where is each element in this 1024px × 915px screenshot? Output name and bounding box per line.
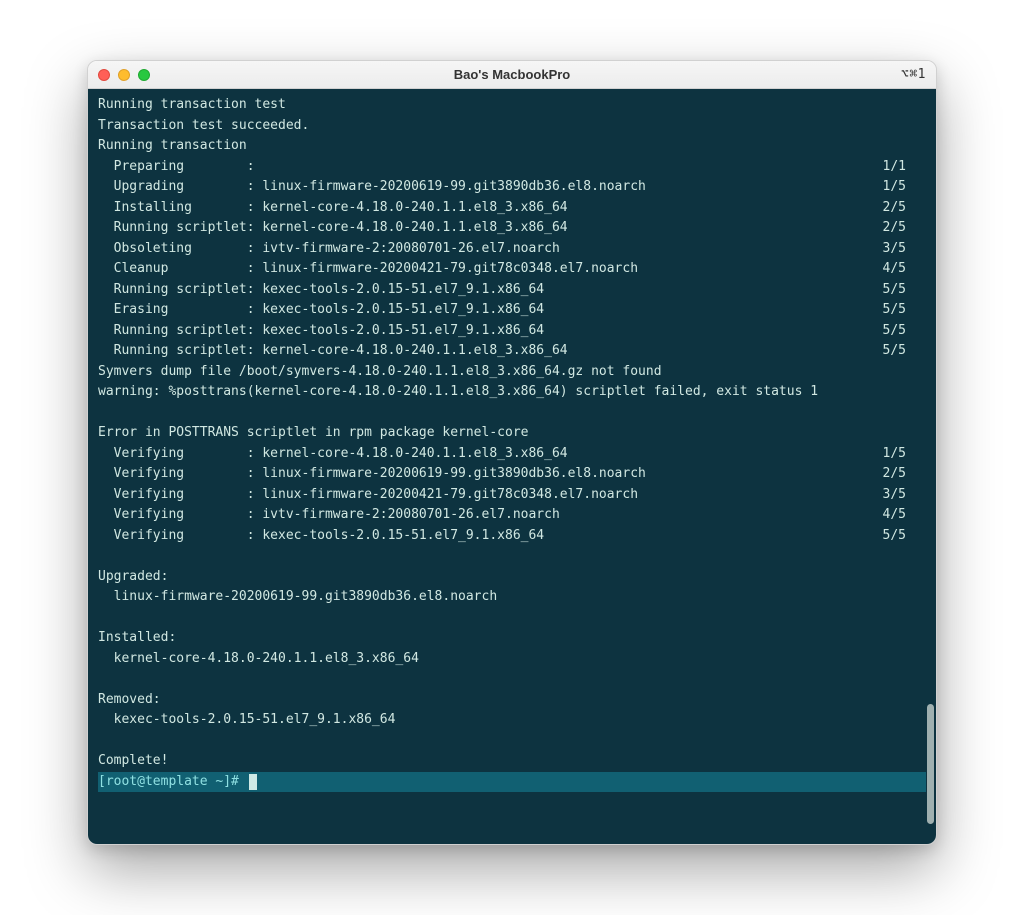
step-label: Verifying : linux-firmware-20200619-99.g…: [98, 464, 646, 485]
step-label: Upgrading : linux-firmware-20200619-99.g…: [98, 177, 646, 198]
step-count: 5/5: [883, 300, 926, 321]
step-count: 1/1: [883, 157, 926, 178]
post-step-line: Symvers dump file /boot/symvers-4.18.0-2…: [98, 362, 926, 383]
step-count: 1/5: [883, 177, 926, 198]
blank-line: [98, 731, 926, 752]
transaction-step: Running scriptlet: kexec-tools-2.0.15-51…: [98, 280, 926, 301]
complete-line: Complete!: [98, 751, 926, 772]
step-label: Preparing :: [98, 157, 262, 178]
transaction-step: Verifying : ivtv-firmware-2:20080701-26.…: [98, 505, 926, 526]
scrollbar-thumb[interactable]: [927, 704, 934, 824]
transaction-step: Erasing : kexec-tools-2.0.15-51.el7_9.1.…: [98, 300, 926, 321]
step-count: 2/5: [883, 464, 926, 485]
step-count: 4/5: [883, 505, 926, 526]
step-label: Installing : kernel-core-4.18.0-240.1.1.…: [98, 198, 568, 219]
step-count: 3/5: [883, 485, 926, 506]
step-count: 2/5: [883, 198, 926, 219]
transaction-step: Installing : kernel-core-4.18.0-240.1.1.…: [98, 198, 926, 219]
window-titlebar[interactable]: Bao's MacbookPro ⌥⌘1: [88, 61, 936, 89]
scrollbar-track[interactable]: [927, 89, 934, 844]
cursor-icon: [249, 774, 257, 790]
step-label: Verifying : kexec-tools-2.0.15-51.el7_9.…: [98, 526, 544, 547]
prompt-line[interactable]: [root@template ~]#: [98, 772, 926, 793]
section-title: Upgraded:: [98, 567, 926, 588]
step-count: 1/5: [883, 444, 926, 465]
header-line: Running transaction: [98, 136, 926, 157]
step-count: 3/5: [883, 239, 926, 260]
post-step-line: warning: %posttrans(kernel-core-4.18.0-2…: [98, 382, 926, 403]
transaction-step: Verifying : kexec-tools-2.0.15-51.el7_9.…: [98, 526, 926, 547]
step-count: 5/5: [883, 321, 926, 342]
transaction-step: Verifying : linux-firmware-20200421-79.g…: [98, 485, 926, 506]
transaction-step: Running scriptlet: kernel-core-4.18.0-24…: [98, 218, 926, 239]
step-count: 5/5: [883, 280, 926, 301]
terminal-body[interactable]: Running transaction testTransaction test…: [88, 89, 936, 844]
header-line: Transaction test succeeded.: [98, 116, 926, 137]
step-count: 4/5: [883, 259, 926, 280]
prompt-text: [root@template ~]#: [98, 772, 247, 793]
transaction-step: Running scriptlet: kernel-core-4.18.0-24…: [98, 341, 926, 362]
transaction-step: Upgrading : linux-firmware-20200619-99.g…: [98, 177, 926, 198]
terminal-window: Bao's MacbookPro ⌥⌘1 Running transaction…: [87, 60, 937, 845]
error-line: Error in POSTTRANS scriptlet in rpm pack…: [98, 423, 926, 444]
transaction-step: Obsoleting : ivtv-firmware-2:20080701-26…: [98, 239, 926, 260]
step-label: Obsoleting : ivtv-firmware-2:20080701-26…: [98, 239, 560, 260]
blank-line: [98, 608, 926, 629]
step-label: Running scriptlet: kernel-core-4.18.0-24…: [98, 341, 568, 362]
blank-line: [98, 403, 926, 424]
step-count: 5/5: [883, 341, 926, 362]
step-count: 5/5: [883, 526, 926, 547]
step-label: Verifying : ivtv-firmware-2:20080701-26.…: [98, 505, 560, 526]
window-title: Bao's MacbookPro: [88, 67, 936, 82]
transaction-step: Verifying : kernel-core-4.18.0-240.1.1.e…: [98, 444, 926, 465]
step-label: Running scriptlet: kernel-core-4.18.0-24…: [98, 218, 568, 239]
transaction-step: Preparing : 1/1: [98, 157, 926, 178]
blank-line: [98, 546, 926, 567]
transaction-step: Verifying : linux-firmware-20200619-99.g…: [98, 464, 926, 485]
step-label: Verifying : linux-firmware-20200421-79.g…: [98, 485, 638, 506]
transaction-step: Running scriptlet: kexec-tools-2.0.15-51…: [98, 321, 926, 342]
step-label: Running scriptlet: kexec-tools-2.0.15-51…: [98, 321, 544, 342]
step-count: 2/5: [883, 218, 926, 239]
section-item: kernel-core-4.18.0-240.1.1.el8_3.x86_64: [98, 649, 926, 670]
terminal-content[interactable]: Running transaction testTransaction test…: [88, 89, 936, 798]
section-title: Removed:: [98, 690, 926, 711]
blank-line: [98, 669, 926, 690]
section-title: Installed:: [98, 628, 926, 649]
section-item: kexec-tools-2.0.15-51.el7_9.1.x86_64: [98, 710, 926, 731]
header-line: Running transaction test: [98, 95, 926, 116]
section-item: linux-firmware-20200619-99.git3890db36.e…: [98, 587, 926, 608]
step-label: Cleanup : linux-firmware-20200421-79.git…: [98, 259, 638, 280]
step-label: Erasing : kexec-tools-2.0.15-51.el7_9.1.…: [98, 300, 544, 321]
transaction-step: Cleanup : linux-firmware-20200421-79.git…: [98, 259, 926, 280]
step-label: Running scriptlet: kexec-tools-2.0.15-51…: [98, 280, 544, 301]
step-label: Verifying : kernel-core-4.18.0-240.1.1.e…: [98, 444, 568, 465]
